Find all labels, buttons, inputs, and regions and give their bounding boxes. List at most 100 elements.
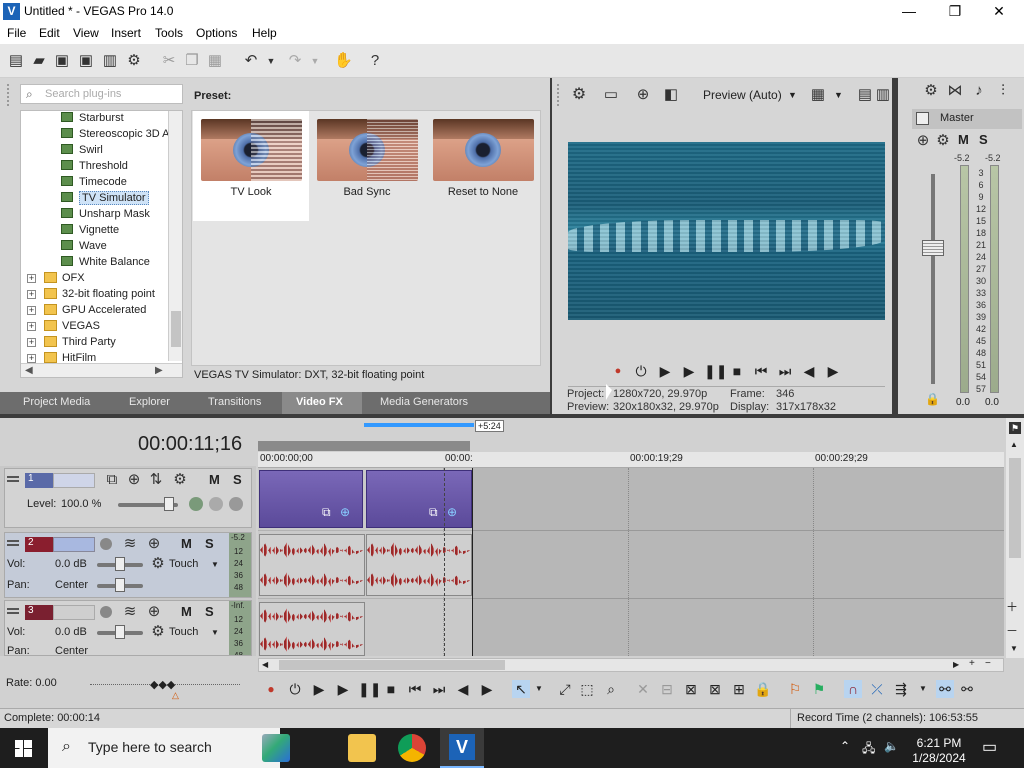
expand-icon[interactable]: + [27,290,36,299]
event-fx-icon[interactable]: ⊕ [447,505,457,519]
speaker-icon[interactable]: ♪ [970,82,988,100]
tab-media-generators[interactable]: Media Generators [380,396,468,408]
video-fx-icon[interactable]: ◧ [662,86,680,104]
volume-slider-knob[interactable] [115,625,125,639]
insert-region-icon[interactable]: ⚑ [810,680,828,698]
preview-properties-gear-icon[interactable]: ⚙ [570,86,588,104]
notifications-icon[interactable]: ▭ [982,737,997,757]
plugin-manager-icon[interactable]: ✋ [334,52,353,70]
next-frame-icon[interactable]: ▶ [478,680,496,698]
help-icon[interactable]: ? [366,52,384,70]
compositing-parent-icon[interactable] [209,497,223,511]
network-icon[interactable]: 🖧 [862,739,875,760]
copy-snapshot-icon[interactable]: ▤ [856,86,874,104]
track-header-audio-3[interactable]: 3 ≋ ⊕ M S Vol: 0.0 dB ⚙ Touch ▼ Pan: Cen… [4,600,252,657]
expand-icon[interactable]: + [27,274,36,283]
tree-folder-ofx[interactable]: + OFX [27,272,85,288]
track-header-audio-2[interactable]: 2 ≋ ⊕ M S Vol: 0.0 dB ⚙ Touch ▼ Pan: Cen… [4,532,252,598]
track-name-field[interactable] [53,605,95,620]
lock-envelopes-icon[interactable]: ⚯ [936,680,954,698]
preset-bad-sync[interactable]: Bad Sync [309,111,425,221]
insert-marker-icon[interactable]: ⚐ [786,680,804,698]
paste-icon[interactable]: ▦ [206,52,224,70]
master-fader-track[interactable] [931,174,935,384]
track-solo-button[interactable]: S [205,604,214,619]
chrome-icon[interactable] [398,734,426,762]
compositing-mode-icon[interactable]: ⇅ [147,471,165,489]
tree-folder-gpu[interactable]: + GPU Accelerated [27,304,146,320]
loop-playback-icon[interactable]: ⏻ [286,680,304,698]
taskbar-search-box[interactable]: Type here to search [48,728,280,768]
bus-gear-icon[interactable]: ⚙ [934,132,952,150]
timeline-horizontal-scrollbar[interactable]: ◀ ▶ + − [258,658,1004,672]
level-slider-knob[interactable] [164,497,174,511]
render-icon[interactable]: ▥ [101,52,119,70]
panel-grip[interactable] [557,84,563,106]
menu-view[interactable]: View [73,26,99,40]
make-compositing-child-icon[interactable] [229,497,243,511]
track-fx-icon[interactable]: ⊕ [145,603,163,621]
panel-grip[interactable] [7,84,13,106]
event-pan-crop-icon[interactable]: ⧉ [322,505,331,520]
expand-icon[interactable]: + [27,338,36,347]
lock-event-icon[interactable]: 🔒 [754,680,772,698]
expand-icon[interactable]: + [27,322,36,331]
chevron-down-icon[interactable]: ▼ [788,90,797,100]
cut-icon[interactable]: ✂ [160,52,178,70]
tree-item-wave[interactable]: Wave [61,240,107,256]
menu-help[interactable]: Help [252,26,277,40]
track-name-field[interactable] [53,537,95,552]
go-to-end-icon[interactable]: ⏭ [776,362,794,380]
play-icon[interactable]: ▶ [680,362,698,380]
video-event[interactable]: ⧉ ⊕ [366,470,472,528]
scroll-down-icon[interactable]: ▼ [1010,644,1018,653]
loop-playback-icon[interactable]: ⏻ [632,362,650,380]
play-icon[interactable]: ▶ [334,680,352,698]
scroll-left-icon[interactable]: ◀ [262,660,268,669]
scroll-right-icon[interactable]: ▶ [155,365,163,376]
loop-region-bar[interactable] [364,423,474,427]
maximize-button[interactable]: ❐ [932,0,978,24]
undo-icon[interactable]: ↶ [242,52,260,70]
search-plugins-input[interactable]: Search plug-ins [20,84,183,104]
arm-record-icon[interactable] [100,606,112,618]
snapping-magnet-icon[interactable]: ∩ [844,680,862,698]
overlays-grid-icon[interactable]: ▦ [809,86,827,104]
automation-mode[interactable]: Touch [169,558,198,570]
show-hidden-icons-icon[interactable]: ⌃ [840,739,850,753]
go-to-start-icon[interactable]: ⏮ [752,362,770,380]
bus-fx-icon[interactable]: ⊕ [914,132,932,150]
auto-ripple-icon[interactable]: ⇶ [892,680,910,698]
preset-reset-to-none[interactable]: Reset to None [425,111,541,221]
envelope-tool-icon[interactable]: ⤢ [556,680,574,698]
track-mute-button[interactable]: M [209,472,220,487]
automation-gear-icon[interactable]: ⚙ [149,623,167,641]
speaker-muted-icon[interactable]: 🔈 [884,739,899,753]
pause-icon[interactable]: ❚❚ [704,362,727,380]
track-name-field[interactable] [53,473,95,488]
ignore-grouping-icon[interactable]: ⚯ [958,680,976,698]
time-selection-bar[interactable] [258,441,470,451]
track-fx-icon[interactable]: ⊕ [145,535,163,553]
audio-event[interactable] [366,534,472,596]
save-icon[interactable]: ▣ [53,52,71,70]
mixer-gear-icon[interactable]: ⚙ [922,82,940,100]
scrollbar-thumb[interactable] [171,311,181,347]
close-button[interactable]: ✕ [976,0,1022,24]
lock-icon[interactable]: 🔒 [925,392,940,406]
tree-item-swirl[interactable]: Swirl [61,144,103,160]
track-solo-button[interactable]: S [205,536,214,551]
track-gear-icon[interactable]: ⚙ [171,471,189,489]
copy-icon[interactable]: ❐ [183,52,201,70]
track-minimize-icon[interactable] [7,476,19,482]
video-event[interactable]: ⧉ ⊕ [259,470,363,528]
automation-mode[interactable]: Touch [169,626,198,638]
auto-crossfade-icon[interactable]: ⤫ [868,680,886,698]
scrollbar-thumb[interactable] [279,660,505,670]
previous-frame-icon[interactable]: ◀ [454,680,472,698]
tab-transitions[interactable]: Transitions [208,396,261,408]
go-to-start-icon[interactable]: ⏮ [406,680,424,698]
tree-item-vignette[interactable]: Vignette [61,224,119,240]
audio-event[interactable] [259,534,365,596]
menu-options[interactable]: Options [196,26,237,40]
